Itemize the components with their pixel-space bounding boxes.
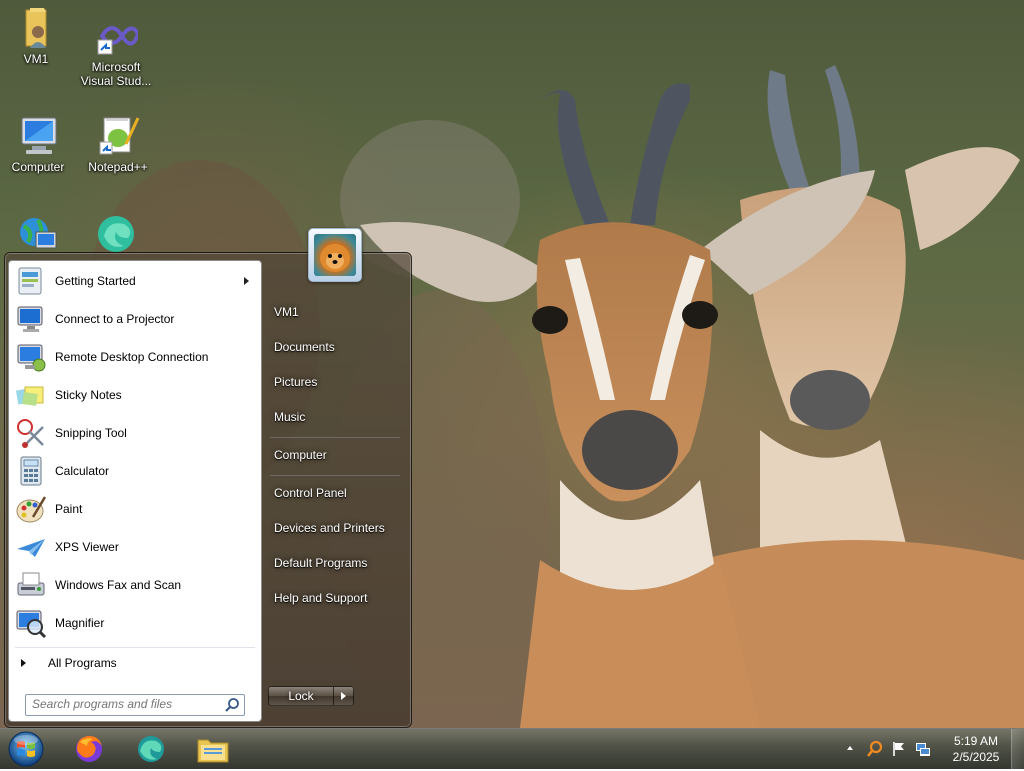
lock-label: Lock	[288, 689, 314, 703]
place-label: Music	[274, 410, 306, 424]
edge-icon	[94, 212, 138, 256]
search-tray-icon[interactable]	[866, 740, 884, 758]
all-programs-button[interactable]: All Programs	[11, 649, 259, 677]
place-music[interactable]: Music	[268, 402, 408, 432]
place-vm1[interactable]: VM1	[268, 297, 408, 327]
desktop-icon-label: Computer	[11, 160, 65, 174]
network-icon	[16, 212, 60, 256]
desktop-icon-visual-studio[interactable]: Microsoft Visual Stud...	[76, 14, 156, 88]
magnifier-icon	[15, 607, 47, 639]
program-label: Calculator	[55, 464, 110, 478]
firefox-icon	[76, 736, 102, 762]
program-magnifier[interactable]: Magnifier	[11, 605, 259, 641]
program-label: Paint	[55, 502, 83, 516]
desktop-icon-vm1[interactable]: VM1	[0, 6, 76, 66]
notepad-plus-plus-icon	[96, 114, 140, 158]
clock-time: 5:19 AM	[953, 734, 999, 748]
program-label: Getting Started	[55, 274, 136, 288]
user-folder-icon	[14, 6, 58, 50]
place-documents[interactable]: Documents	[268, 332, 408, 362]
search-icon[interactable]	[224, 697, 240, 713]
calculator-icon	[15, 455, 47, 487]
sticky-notes-icon	[15, 379, 47, 411]
program-windows-fax-and-scan[interactable]: Windows Fax and Scan	[11, 567, 259, 603]
place-label: Control Panel	[274, 486, 347, 500]
place-label: Devices and Printers	[274, 521, 385, 535]
clock-date: 2/5/2025	[952, 750, 1000, 764]
program-label: Connect to a Projector	[55, 312, 175, 326]
places-separator	[270, 437, 400, 439]
edge-icon	[138, 736, 164, 762]
place-label: VM1	[274, 305, 299, 319]
show-desktop-button[interactable]	[1011, 729, 1024, 769]
getting-started-icon	[15, 265, 47, 297]
program-sticky-notes[interactable]: Sticky Notes	[11, 377, 259, 413]
places-separator	[270, 475, 400, 477]
desktop-icon-label: Notepad++	[88, 160, 148, 174]
lock-button[interactable]: Lock	[268, 686, 334, 706]
program-getting-started[interactable]: Getting Started	[11, 263, 259, 299]
action-center-flag-icon[interactable]	[890, 740, 908, 758]
place-label: Computer	[274, 448, 327, 462]
lock-button-group: Lock	[268, 686, 354, 706]
all-programs-label: All Programs	[48, 656, 117, 670]
fax-scan-icon	[15, 569, 47, 601]
program-remote-desktop[interactable]: Remote Desktop Connection	[11, 339, 259, 375]
place-label: Documents	[274, 340, 335, 354]
taskbar-edge-button[interactable]	[124, 730, 178, 768]
program-label: Sticky Notes	[55, 388, 122, 402]
show-hidden-icons-arrow[interactable]	[846, 744, 854, 752]
program-label: Remote Desktop Connection	[55, 350, 209, 364]
system-tray: 5:19 AM 2/5/2025	[840, 729, 1024, 769]
place-default-programs[interactable]: Default Programs	[268, 548, 408, 578]
program-paint[interactable]: Paint	[11, 491, 259, 527]
place-label: Help and Support	[274, 591, 368, 605]
program-calculator[interactable]: Calculator	[11, 453, 259, 489]
taskbar-clock[interactable]: 5:19 AM 2/5/2025	[946, 733, 1006, 765]
arrow-right-icon	[341, 692, 346, 700]
place-computer[interactable]: Computer	[268, 440, 408, 470]
search-input[interactable]	[26, 695, 224, 713]
start-menu-places-pane: VM1 Documents Pictures Music Computer Co…	[262, 252, 412, 726]
place-label: Default Programs	[274, 556, 368, 570]
shutdown-options-button[interactable]	[334, 686, 354, 706]
program-connect-to-projector[interactable]: Connect to a Projector	[11, 301, 259, 337]
submenu-arrow-icon	[244, 277, 249, 285]
paint-icon	[15, 493, 47, 525]
programs-separator	[15, 647, 255, 648]
projector-icon	[15, 303, 47, 335]
program-label: Windows Fax and Scan	[55, 578, 182, 592]
taskbar: 5:19 AM 2/5/2025	[0, 728, 1024, 769]
computer-icon	[16, 114, 60, 158]
place-control-panel[interactable]: Control Panel	[268, 478, 408, 508]
remote-desktop-icon	[15, 341, 47, 373]
program-label: Magnifier	[55, 616, 105, 630]
windows-logo-icon	[8, 731, 44, 767]
visual-studio-icon	[94, 14, 141, 58]
snipping-tool-icon	[15, 417, 47, 449]
desktop-icon-computer[interactable]: Computer	[0, 114, 78, 174]
program-snipping-tool[interactable]: Snipping Tool	[11, 415, 259, 451]
program-label: XPS Viewer	[55, 540, 119, 554]
start-button[interactable]	[6, 730, 46, 768]
search-box[interactable]	[25, 694, 245, 716]
arrow-right-icon	[21, 659, 26, 667]
start-menu-programs-pane: Getting Started Connect to a Projector R…	[8, 260, 262, 722]
taskbar-firefox-button[interactable]	[62, 730, 116, 768]
program-xps-viewer[interactable]: XPS Viewer	[11, 529, 259, 565]
program-label: Snipping Tool	[55, 426, 127, 440]
place-label: Pictures	[274, 375, 318, 389]
desktop-icon-label: Microsoft Visual Stud...	[80, 60, 152, 88]
xps-viewer-icon	[15, 531, 47, 563]
file-explorer-icon	[197, 739, 229, 763]
desktop-icon-notepad-plus-plus[interactable]: Notepad++	[78, 114, 158, 174]
place-help-and-support[interactable]: Help and Support	[268, 583, 408, 613]
place-devices-and-printers[interactable]: Devices and Printers	[268, 513, 408, 543]
desktop-icon-label: VM1	[23, 52, 49, 66]
start-menu: Getting Started Connect to a Projector R…	[4, 228, 412, 728]
network-tray-icon[interactable]	[914, 740, 932, 758]
taskbar-file-explorer-button[interactable]	[186, 730, 240, 768]
place-pictures[interactable]: Pictures	[268, 367, 408, 397]
